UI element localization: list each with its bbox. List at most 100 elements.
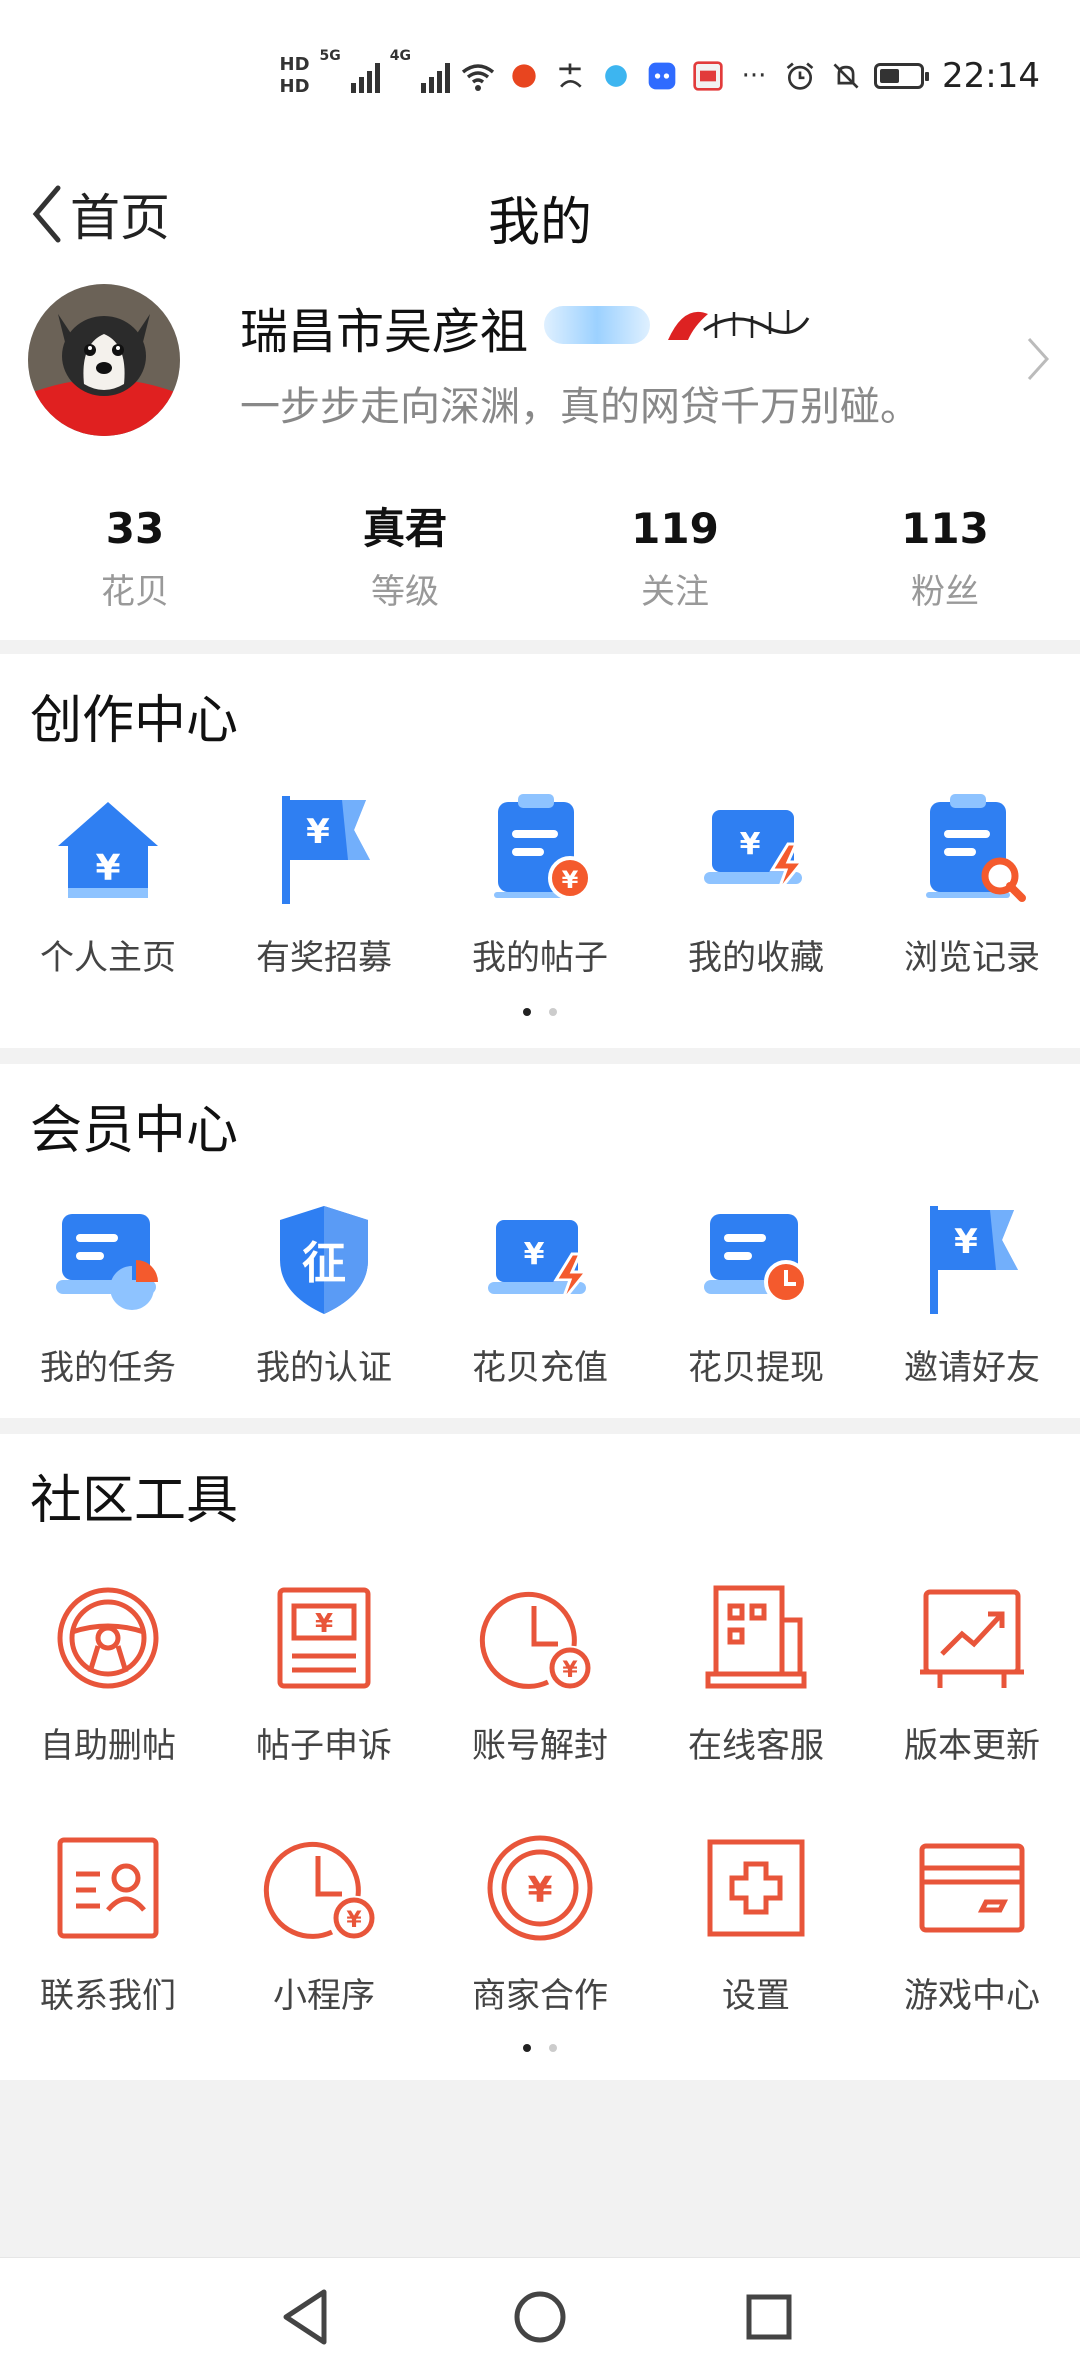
tile-browsing-history[interactable]: 浏览记录 xyxy=(864,788,1080,979)
tile-business-cooperation[interactable]: ¥ 商家合作 xyxy=(432,1826,648,2017)
status-bar: HD HD 5G 4G ··· 22:14 xyxy=(0,0,1080,150)
tile-label: 游戏中心 xyxy=(904,1976,1040,2016)
task-chart-icon xyxy=(56,1214,158,1310)
tile-label: 花贝充值 xyxy=(472,1348,608,1388)
page-dot xyxy=(549,1008,557,1016)
tile-invite-friends[interactable]: ¥ 邀请好友 xyxy=(864,1198,1080,1389)
monitor-yen-bolt-icon: ¥ xyxy=(488,1220,590,1303)
member-center-section: 会员中心 我的任务 征 我的认证 ¥ 花贝充值 花贝提现 ¥ 邀请好友 xyxy=(0,1064,1080,1418)
page-title: 我的 xyxy=(487,193,592,253)
banknote-icon: ¥ xyxy=(277,1587,371,1689)
more-notifications-icon: ··· xyxy=(741,61,767,91)
creation-center-grid: ¥ 个人主页 ¥ 有奖招募 ¥ 我的帖子 ¥ 我的收藏 浏览记录 xyxy=(0,788,1080,979)
back-nav-icon[interactable] xyxy=(272,2282,342,2352)
avatar[interactable] xyxy=(28,284,180,436)
wifi-icon xyxy=(460,58,496,94)
status-icons: HD HD 5G 4G ··· 22:14 xyxy=(280,48,1040,104)
tile-my-tasks[interactable]: 我的任务 xyxy=(0,1198,216,1389)
stat-huabei[interactable]: 33 花贝 xyxy=(0,502,270,613)
clipboard-search-icon xyxy=(926,794,1026,902)
tile-settings[interactable]: 设置 xyxy=(648,1826,864,2017)
hd2-label: HD xyxy=(279,76,310,97)
community-tools-grid-row-1: 自助删帖 ¥ 帖子申诉 ¥ 账号解封 在线客服 版本更新 xyxy=(0,1576,1080,1767)
svg-text:¥: ¥ xyxy=(527,1870,552,1911)
game-app-icon xyxy=(690,58,726,94)
tile-my-certification[interactable]: 征 我的认证 xyxy=(216,1198,432,1389)
tile-post-appeal[interactable]: ¥ 帖子申诉 xyxy=(216,1576,432,1767)
tile-label: 帖子申诉 xyxy=(256,1726,392,1766)
contact-card-icon xyxy=(57,1837,159,1939)
tile-my-favorites[interactable]: ¥ 我的收藏 xyxy=(648,788,864,979)
mute-icon xyxy=(828,58,864,94)
stat-label: 等级 xyxy=(371,572,439,612)
stat-following[interactable]: 119 关注 xyxy=(540,502,810,613)
stat-value: 33 xyxy=(105,504,165,553)
community-tools-section: 社区工具 自助删帖 ¥ 帖子申诉 ¥ 账号解封 在线客服 版本更新 联系我们 ¥… xyxy=(0,1434,1080,2080)
stat-label: 粉丝 xyxy=(911,572,979,612)
tile-label: 个人主页 xyxy=(40,938,176,978)
steering-wheel-icon xyxy=(57,1587,159,1689)
tile-rewarded-recruitment[interactable]: ¥ 有奖招募 xyxy=(216,788,432,979)
tile-huabei-withdraw[interactable]: 花贝提现 xyxy=(648,1198,864,1389)
hd-indicator: HD HD xyxy=(280,54,310,98)
stat-label: 关注 xyxy=(641,572,709,612)
profile-stats: 33 花贝 真君 等级 119 关注 113 粉丝 xyxy=(0,502,1080,613)
page-dot xyxy=(549,2044,557,2052)
svg-text:¥: ¥ xyxy=(524,1237,545,1272)
stat-level[interactable]: 真君 等级 xyxy=(270,502,540,613)
tile-my-posts[interactable]: ¥ 我的帖子 xyxy=(432,788,648,979)
card-icon xyxy=(919,1843,1025,1933)
hd1-label: HD xyxy=(279,54,310,75)
svg-text:¥: ¥ xyxy=(346,1908,362,1933)
page-indicator xyxy=(0,1008,1080,1016)
system-navigation-bar xyxy=(0,2257,1080,2376)
level-badge-icon xyxy=(544,306,650,344)
stat-followers[interactable]: 113 粉丝 xyxy=(810,502,1080,613)
tile-label: 在线客服 xyxy=(688,1726,824,1766)
tile-label: 设置 xyxy=(722,1976,790,2016)
tile-unban-account[interactable]: ¥ 账号解封 xyxy=(432,1576,648,1767)
svg-text:征: 征 xyxy=(302,1238,346,1289)
profile-bio: 一步步走向深渊，真的网贷千万别碰。 xyxy=(240,384,920,430)
stat-label: 花贝 xyxy=(101,572,169,612)
profile-card[interactable]: 瑞昌市吴彦祖 一步步走向深渊，真的网贷千万别碰。 33 花贝 真君 等级 119… xyxy=(0,270,1080,640)
battery-icon xyxy=(874,63,930,89)
creation-center-section: 创作中心 ¥ 个人主页 ¥ 有奖招募 ¥ 我的帖子 ¥ 我的收藏 浏览记录 xyxy=(0,654,1080,1048)
flag-yen-icon: ¥ xyxy=(930,1206,1018,1314)
chevron-right-icon xyxy=(1027,337,1050,381)
stat-value: 真君 xyxy=(362,504,447,553)
tile-self-delete-post[interactable]: 自助删帖 xyxy=(0,1576,216,1767)
tile-label: 商家合作 xyxy=(472,1976,608,2016)
recents-nav-icon[interactable] xyxy=(734,2282,804,2352)
card-clock-icon xyxy=(704,1214,808,1304)
title-badge-icon xyxy=(668,310,810,340)
network-5g-label: 5G xyxy=(319,48,341,64)
alarm-icon xyxy=(782,58,818,94)
plus-box-icon xyxy=(707,1839,805,1937)
tile-label: 有奖招募 xyxy=(256,938,392,978)
tile-mini-program[interactable]: ¥ 小程序 xyxy=(216,1826,432,2017)
tile-label: 小程序 xyxy=(273,1976,375,2016)
section-title: 社区工具 xyxy=(30,1471,239,1531)
alipay-icon xyxy=(552,58,588,94)
tile-personal-homepage[interactable]: ¥ 个人主页 xyxy=(0,788,216,979)
tile-label: 邀请好友 xyxy=(904,1348,1040,1388)
tile-label: 自助删帖 xyxy=(40,1726,176,1766)
page-dot xyxy=(523,2044,531,2052)
page-indicator-tools xyxy=(0,2044,1080,2052)
home-nav-icon[interactable] xyxy=(505,2282,575,2352)
signal-icon xyxy=(350,59,380,93)
svg-text:¥: ¥ xyxy=(740,827,761,862)
flag-yen-icon: ¥ xyxy=(282,796,370,904)
tile-online-service[interactable]: 在线客服 xyxy=(648,1576,864,1767)
tile-game-center[interactable]: 游戏中心 xyxy=(864,1826,1080,2017)
tile-contact-us[interactable]: 联系我们 xyxy=(0,1826,216,2017)
stat-value: 113 xyxy=(901,504,989,553)
svg-text:¥: ¥ xyxy=(562,866,579,894)
network-4g-label: 4G xyxy=(389,48,412,64)
community-tools-grid-row-2: 联系我们 ¥ 小程序 ¥ 商家合作 设置 游戏中心 xyxy=(0,1826,1080,2017)
tile-huabei-recharge[interactable]: ¥ 花贝充值 xyxy=(432,1198,648,1389)
tile-version-update[interactable]: 版本更新 xyxy=(864,1576,1080,1767)
chat-app-icon xyxy=(644,58,680,94)
clock-yen-icon: ¥ xyxy=(263,1841,375,1939)
